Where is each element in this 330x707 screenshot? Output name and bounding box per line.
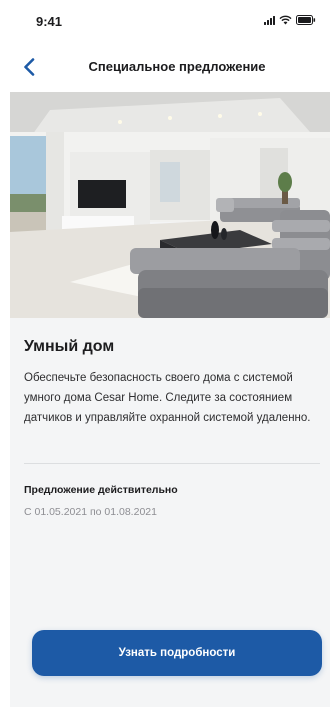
status-icons [264, 15, 316, 25]
battery-icon [296, 15, 316, 25]
navigation-bar: Специальное предложение [0, 46, 330, 88]
offer-description: Обеспечьте безопасность своего дома с си… [24, 372, 311, 424]
offer-card: Умный дом Обеспечьте безопасность своего… [10, 92, 330, 707]
divider [24, 463, 320, 464]
validity-dates: С 01.05.2021 по 01.08.2021 [24, 506, 157, 518]
screen: 9:41 Специальное предложение Умный дом О… [0, 0, 330, 707]
validity-label: Предложение действительно [24, 484, 178, 496]
learn-more-button[interactable]: Узнать подробности [32, 630, 322, 676]
cellular-signal-icon [264, 15, 275, 25]
wifi-icon [279, 15, 292, 25]
page-title: Специальное предложение [88, 59, 266, 74]
status-bar: 9:41 [0, 0, 330, 40]
learn-more-button-label: Узнать подробности [118, 647, 236, 659]
living-room-photo [10, 92, 330, 318]
status-time: 9:41 [36, 14, 63, 29]
offer-title: Умный дом [24, 338, 115, 355]
